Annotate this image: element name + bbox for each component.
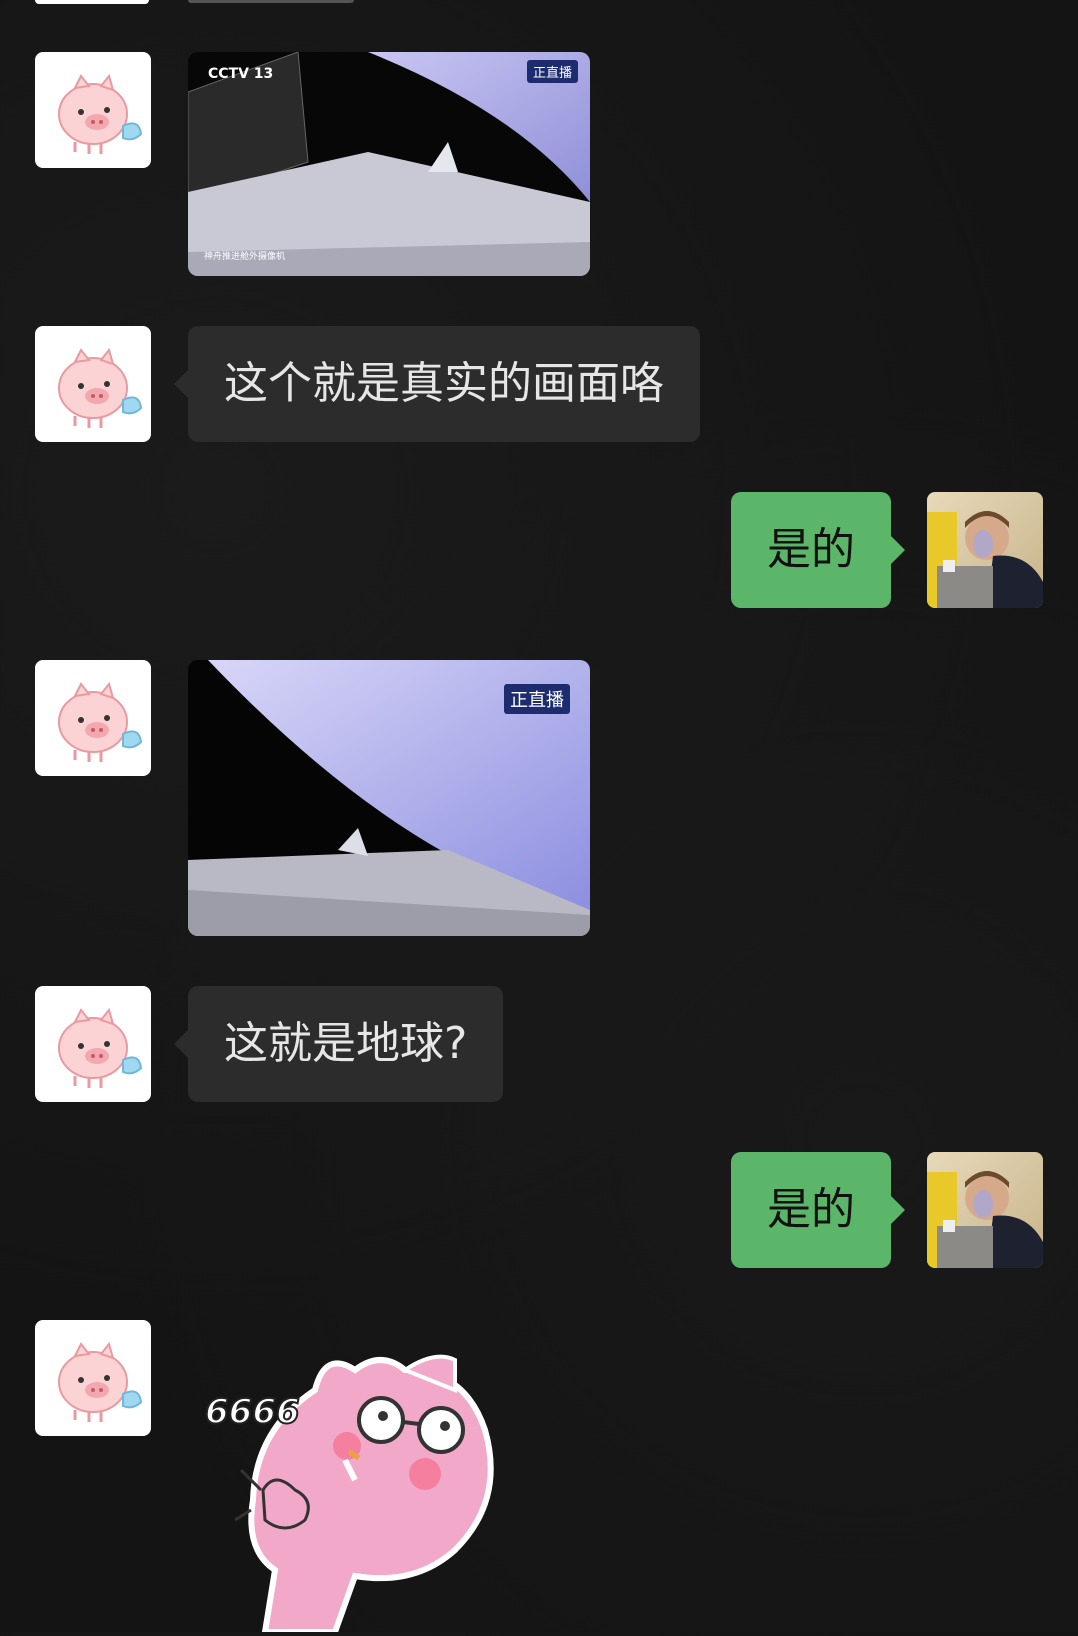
- message-bubble-outgoing[interactable]: 是的: [731, 492, 905, 608]
- message-bubble-outgoing[interactable]: 是的: [731, 1152, 905, 1268]
- live-badge: 正直播: [526, 60, 578, 83]
- photo-avatar-icon: [927, 1171, 1043, 1268]
- image-message[interactable]: CCTV 13 正直播 神舟推进舱外摄像机: [188, 52, 590, 276]
- my-avatar[interactable]: [927, 492, 1043, 608]
- pig-avatar-icon: [58, 1007, 143, 1088]
- chat-history[interactable]: CCTV 13 正直播 神舟推进舱外摄像机 这个就是真实的画面咯 是的 正直播 …: [0, 0, 1078, 1635]
- sender-avatar[interactable]: [35, 52, 151, 168]
- previous-message-fragment: [35, 0, 149, 4]
- sender-avatar[interactable]: [35, 326, 151, 442]
- photo-avatar-icon: [927, 511, 1043, 608]
- my-avatar[interactable]: [927, 1152, 1043, 1268]
- sender-avatar[interactable]: [35, 1320, 151, 1436]
- pig-avatar-icon: [58, 1341, 143, 1422]
- sticker-message[interactable]: 6666: [204, 1350, 525, 1635]
- space-station-earth-image: [188, 52, 590, 276]
- sender-avatar[interactable]: [35, 660, 151, 776]
- live-badge: 正直播: [504, 684, 570, 714]
- pig-avatar-icon: [58, 347, 143, 428]
- pig-avatar-icon: [58, 73, 143, 154]
- channel-logo: CCTV 13: [208, 66, 274, 82]
- previous-image-fragment: [188, 0, 354, 3]
- message-bubble-incoming[interactable]: 这个就是真实的画面咯: [174, 326, 700, 442]
- sender-avatar[interactable]: [35, 986, 151, 1102]
- sticker-caption: 6666: [204, 1391, 301, 1433]
- image-message[interactable]: 正直播: [188, 660, 590, 936]
- pig-avatar-icon: [58, 681, 143, 762]
- video-caption: 神舟推进舱外摄像机: [204, 252, 286, 262]
- message-bubble-incoming[interactable]: 这就是地球?: [173, 986, 504, 1102]
